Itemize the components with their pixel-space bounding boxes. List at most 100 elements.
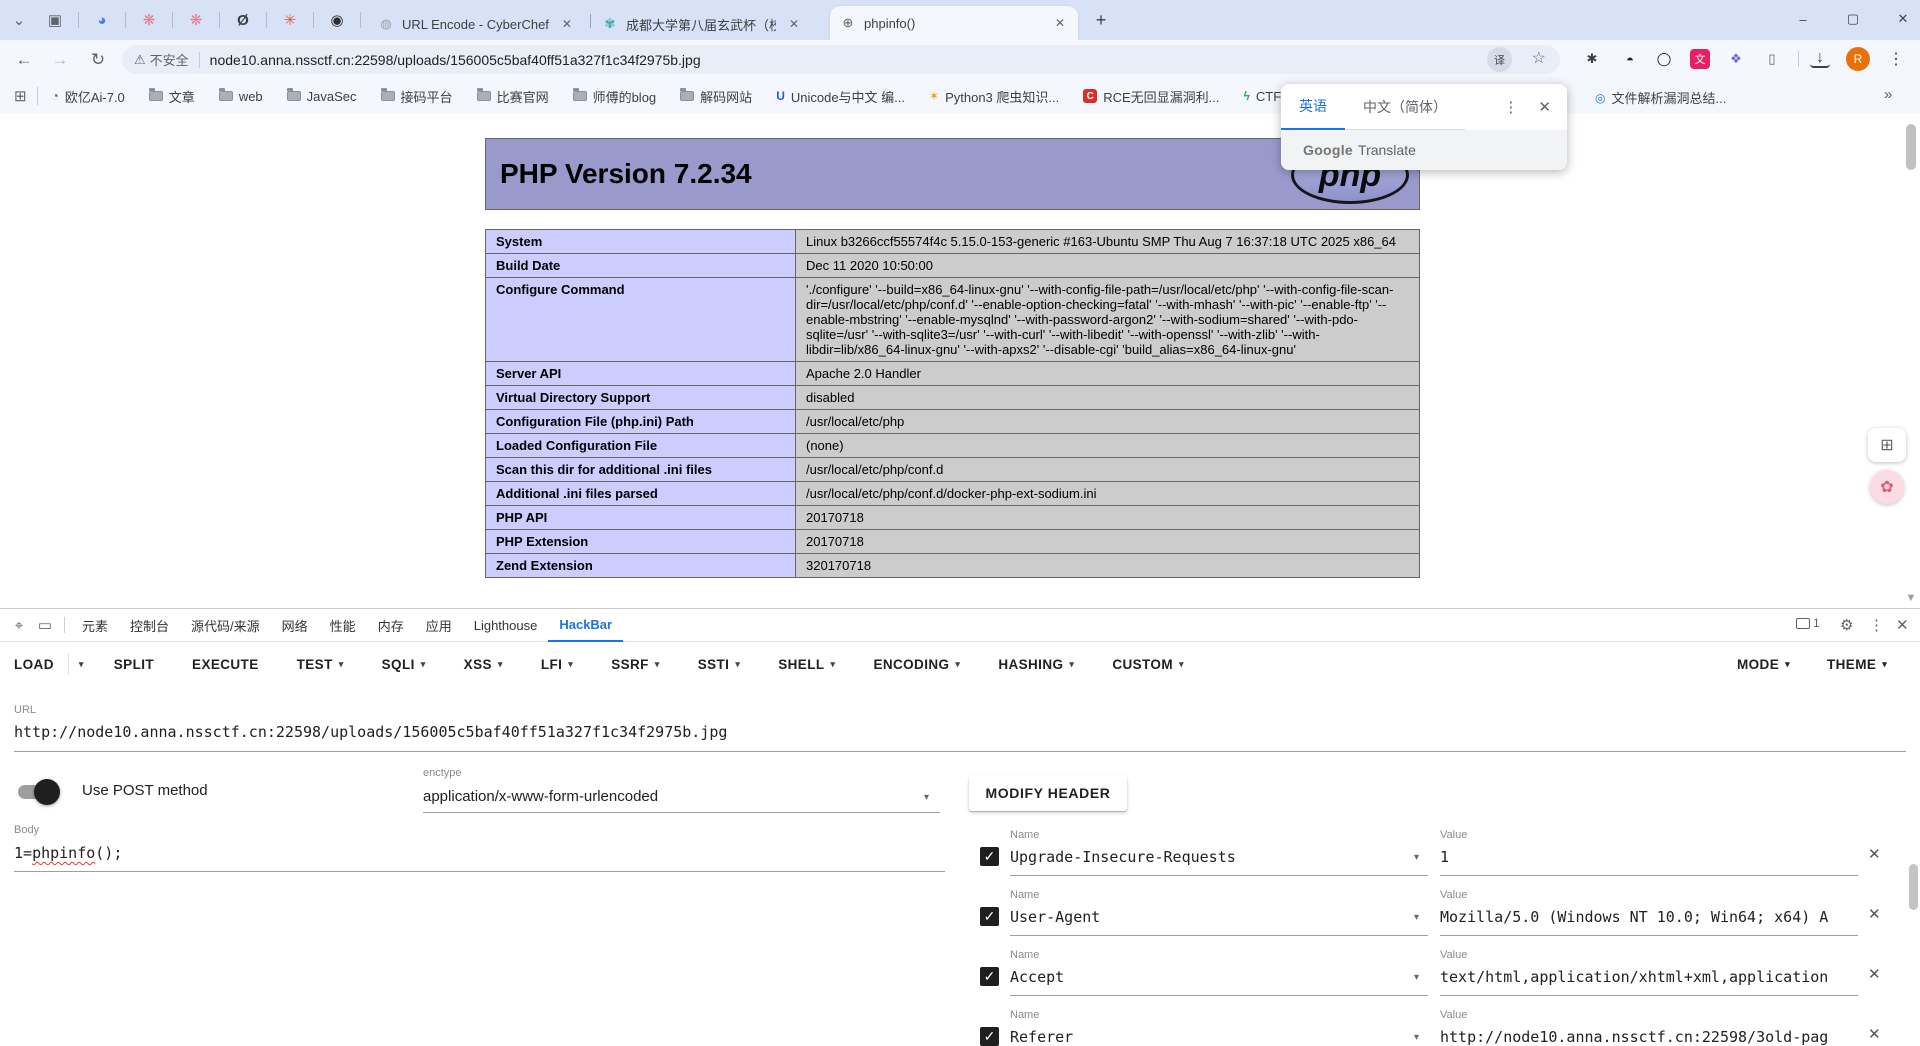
bookmark-folder[interactable]: 比赛官网: [477, 87, 549, 106]
menu-mode[interactable]: MODE▾: [1737, 650, 1790, 678]
execute-button[interactable]: EXECUTE: [192, 657, 259, 672]
downloads-icon[interactable]: ↓: [1810, 50, 1830, 68]
menu-sqli[interactable]: SQLI▾: [382, 657, 426, 672]
header-name-dropdown-icon[interactable]: ▾: [1414, 852, 1419, 863]
header-enabled-checkbox[interactable]: ✓: [980, 967, 999, 986]
window-maximize-button[interactable]: ▢: [1838, 6, 1868, 32]
menu-ssrf[interactable]: SSRF▾: [611, 657, 660, 672]
bookmark-folder[interactable]: web: [219, 89, 263, 104]
remove-header-icon[interactable]: ✕: [1868, 1025, 1881, 1043]
remove-header-icon[interactable]: ✕: [1868, 905, 1881, 923]
remove-header-icon[interactable]: ✕: [1868, 965, 1881, 983]
tab-memory[interactable]: 内存: [367, 609, 415, 642]
console-messages-icon[interactable]: 1: [1796, 616, 1820, 630]
bookmark-item[interactable]: ◎文件解析漏洞总结...: [1595, 88, 1726, 107]
menu-custom[interactable]: CUSTOM▾: [1112, 657, 1184, 672]
menu-test[interactable]: TEST▾: [297, 657, 344, 672]
extension-ring-icon[interactable]: ◯: [1654, 49, 1674, 69]
menu-shell[interactable]: SHELL▾: [778, 657, 835, 672]
devtools-menu-icon[interactable]: ⋮: [1869, 616, 1884, 634]
menu-theme[interactable]: THEME▾: [1827, 650, 1887, 678]
back-button[interactable]: ←: [10, 46, 38, 74]
translate-tab-target[interactable]: 中文（简体）: [1345, 84, 1465, 130]
window-minimize-button[interactable]: –: [1788, 6, 1818, 32]
post-method-toggle-thumb[interactable]: [34, 779, 60, 805]
header-name-input[interactable]: Referer: [1010, 1028, 1073, 1046]
address-bar[interactable]: ⚠ 不安全 node10.anna.nssctf.cn:22598/upload…: [122, 45, 1560, 74]
devtools-scrollbar-thumb[interactable]: [1909, 864, 1918, 910]
pinned-tab-notes[interactable]: ▣: [44, 9, 66, 31]
bookmark-item[interactable]: ◔欧亿Ai-7.0: [52, 87, 125, 106]
window-close-button[interactable]: ✕: [1888, 6, 1918, 32]
bookmark-star-icon[interactable]: ☆: [1532, 48, 1546, 68]
url-field-input[interactable]: http://node10.anna.nssctf.cn:22598/uploa…: [14, 723, 727, 741]
modify-header-button[interactable]: MODIFY HEADER: [969, 775, 1127, 811]
menu-lfi[interactable]: LFI▾: [541, 657, 573, 672]
menu-ssti[interactable]: SSTI▾: [698, 657, 741, 672]
enctype-select[interactable]: application/x-www-form-urlencoded: [423, 788, 658, 805]
extension-panda-icon[interactable]: ◓: [1620, 49, 1640, 69]
new-tab-button[interactable]: +: [1090, 9, 1112, 31]
tab-hackbar[interactable]: HackBar: [548, 609, 623, 642]
header-enabled-checkbox[interactable]: ✓: [980, 1027, 999, 1046]
extension-mascot-float-button[interactable]: ✿: [1870, 470, 1904, 504]
body-field-input[interactable]: 1=phpinfo();: [14, 844, 122, 862]
tab-elements[interactable]: 元素: [71, 609, 119, 642]
extension-cat-icon[interactable]: ❖: [1726, 49, 1746, 69]
pinned-tab-null[interactable]: Ø: [232, 9, 254, 31]
menu-encoding[interactable]: ENCODING▾: [873, 657, 960, 672]
header-name-dropdown-icon[interactable]: ▾: [1414, 972, 1419, 983]
translate-close-icon[interactable]: ✕: [1528, 98, 1561, 116]
tab-close-icon[interactable]: ✕: [1052, 16, 1068, 30]
side-panel-float-button[interactable]: ⊞: [1868, 428, 1906, 462]
scroll-down-arrow[interactable]: ▼: [1903, 592, 1919, 608]
tab-ctf-contest[interactable]: ✾ 成都大学第八届玄武杯（校外赛 ✕: [592, 8, 826, 40]
browser-menu-icon[interactable]: ⋮: [1886, 49, 1906, 69]
menu-hashing[interactable]: HASHING▾: [998, 657, 1074, 672]
bookmarks-overflow-chevron[interactable]: »: [1884, 86, 1892, 103]
enctype-dropdown-icon[interactable]: ▾: [924, 792, 929, 803]
security-chip[interactable]: ⚠ 不安全: [134, 50, 189, 69]
device-toolbar-icon[interactable]: ▭: [32, 616, 58, 634]
load-button[interactable]: LOAD: [14, 657, 54, 672]
header-name-input[interactable]: Upgrade-Insecure-Requests: [1010, 848, 1236, 866]
bookmark-folder[interactable]: 文章: [149, 87, 195, 106]
bookmark-item[interactable]: UUnicode与中文 编...: [776, 87, 905, 106]
translate-icon[interactable]: 译: [1487, 47, 1512, 72]
translate-options-icon[interactable]: ⋮: [1493, 98, 1528, 116]
url-text[interactable]: node10.anna.nssctf.cn:22598/uploads/1560…: [210, 52, 701, 68]
tab-sources[interactable]: 源代码/来源: [180, 609, 271, 642]
bookmark-folder[interactable]: JavaSec: [287, 89, 357, 104]
tab-search-icon[interactable]: ⌄: [8, 9, 30, 31]
split-button[interactable]: SPLIT: [114, 657, 154, 672]
header-value-input[interactable]: text/html,application/xhtml+xml,applicat…: [1440, 968, 1858, 986]
bookmark-folder[interactable]: 师傅的blog: [573, 87, 657, 106]
tab-performance[interactable]: 性能: [319, 609, 367, 642]
tab-application[interactable]: 应用: [415, 609, 463, 642]
translate-tab-source[interactable]: 英语: [1281, 84, 1345, 130]
tab-close-icon[interactable]: ✕: [786, 17, 802, 31]
extension-clipboard-icon[interactable]: ▯: [1762, 49, 1782, 69]
profile-avatar[interactable]: R: [1846, 47, 1870, 71]
load-dropdown-icon[interactable]: ▾: [79, 659, 84, 670]
extension-bug-icon[interactable]: ✱: [1582, 49, 1602, 69]
tab-lighthouse[interactable]: Lighthouse: [463, 609, 549, 642]
pinned-tab-blue-app[interactable]: ◕: [91, 9, 113, 31]
pinned-tab-plant-1[interactable]: ❋: [138, 9, 160, 31]
inspect-element-icon[interactable]: ⌖: [6, 617, 32, 634]
menu-xss[interactable]: XSS▾: [464, 657, 503, 672]
devtools-close-icon[interactable]: ✕: [1896, 616, 1909, 634]
tab-cyberchef[interactable]: ◍ URL Encode - CyberChef ✕: [368, 8, 590, 40]
apps-grid-icon[interactable]: ⊞: [14, 87, 27, 105]
header-value-input[interactable]: http://node10.anna.nssctf.cn:22598/3old-…: [1440, 1028, 1858, 1046]
pinned-tab-plant-2[interactable]: ❋: [185, 9, 207, 31]
tab-network[interactable]: 网络: [271, 609, 319, 642]
header-name-dropdown-icon[interactable]: ▾: [1414, 1032, 1419, 1043]
pinned-tab-burst[interactable]: ✳: [279, 9, 301, 31]
extension-translate-icon[interactable]: 文: [1690, 49, 1710, 69]
forward-button[interactable]: →: [46, 46, 74, 74]
bookmark-item[interactable]: CRCE无回显漏洞利...: [1083, 87, 1219, 106]
bookmark-item[interactable]: ✶Python3 爬虫知识...: [929, 87, 1059, 106]
header-value-input[interactable]: Mozilla/5.0 (Windows NT 10.0; Win64; x64…: [1440, 908, 1858, 926]
reload-button[interactable]: ↻: [84, 46, 112, 74]
